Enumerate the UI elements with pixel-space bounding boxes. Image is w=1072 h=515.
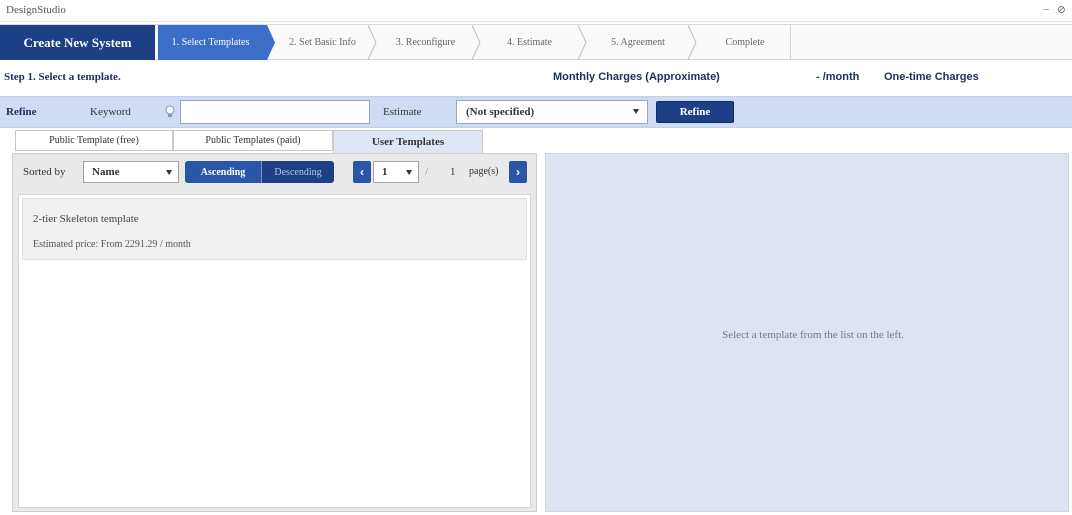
page-separator: /: [425, 166, 429, 178]
title-bar: DesignStudio – ⊘: [0, 0, 1072, 22]
step-select-templates[interactable]: 1. Select Templates: [158, 25, 263, 60]
pages-label: page(s): [469, 166, 499, 177]
keyword-label: Keyword: [90, 106, 131, 118]
refine-bar: Refine Keyword Estimate (Not specified) …: [0, 96, 1072, 128]
page-select[interactable]: 1: [373, 161, 419, 183]
tab-user-templates[interactable]: User Templates: [333, 130, 483, 153]
keyword-input[interactable]: [180, 100, 370, 124]
chevron-down-icon: [166, 170, 172, 175]
empty-detail-message: Select a template from the list on the l…: [722, 329, 904, 341]
restore-icon[interactable]: ⊘: [1057, 3, 1066, 16]
template-detail-panel: Select a template from the list on the l…: [545, 153, 1069, 512]
step-agreement[interactable]: 5. Agreement: [588, 25, 688, 60]
tab-public-paid[interactable]: Public Templates (paid): [173, 130, 333, 151]
step-chevron-icon: [687, 25, 697, 60]
tab-public-free[interactable]: Public Template (free): [15, 130, 173, 151]
step-complete[interactable]: Complete: [700, 25, 790, 60]
step-reconfigure[interactable]: 3. Reconfigure: [378, 25, 473, 60]
lightbulb-icon[interactable]: [164, 105, 176, 119]
step-chevron-icon: [577, 25, 587, 60]
step-chevron-icon: [471, 25, 481, 60]
chevron-left-icon: ‹: [360, 165, 364, 179]
template-list-panel: Sorted by Name Ascending Descending ‹ 1 …: [12, 153, 537, 512]
wizard-divider: [790, 25, 791, 60]
list-item[interactable]: 2-tier Skeleton template Estimated price…: [22, 198, 527, 260]
window-controls: – ⊘: [1043, 3, 1066, 16]
sort-order-toggle: Ascending Descending: [185, 161, 334, 183]
step-header: Step 1. Select a template. Monthly Charg…: [0, 62, 1072, 92]
chevron-down-icon: [633, 109, 639, 114]
chevron-right-icon: ›: [516, 165, 520, 179]
step-title: Step 1. Select a template.: [4, 71, 121, 83]
prev-page-button[interactable]: ‹: [353, 161, 371, 183]
one-time-charges-label: One-time Charges: [884, 71, 979, 83]
minimize-icon[interactable]: –: [1043, 3, 1049, 16]
monthly-charges-label: Monthly Charges (Approximate): [553, 71, 720, 83]
estimate-select[interactable]: (Not specified): [456, 100, 648, 124]
refine-button[interactable]: Refine: [656, 101, 734, 123]
template-name: 2-tier Skeleton template: [33, 213, 139, 225]
next-page-button[interactable]: ›: [509, 161, 527, 183]
wizard-bar: Create New System 1. Select Templates 2.…: [0, 24, 1072, 60]
chevron-down-icon: [406, 170, 412, 175]
sort-select-value: Name: [92, 166, 120, 178]
ascending-button[interactable]: Ascending: [185, 161, 261, 183]
template-list: 2-tier Skeleton template Estimated price…: [18, 194, 531, 508]
create-new-system-title: Create New System: [0, 25, 155, 60]
step-estimate[interactable]: 4. Estimate: [482, 25, 577, 60]
estimate-select-value: (Not specified): [466, 106, 535, 118]
sort-select[interactable]: Name: [83, 161, 179, 183]
monthly-charges-value: - /month: [816, 71, 860, 83]
page-total: 1: [450, 166, 456, 178]
step-chevron-icon: [367, 25, 377, 60]
estimate-label: Estimate: [383, 106, 422, 118]
app-title: DesignStudio: [6, 4, 66, 16]
sort-label: Sorted by: [23, 166, 66, 178]
descending-button[interactable]: Descending: [261, 161, 334, 183]
refine-label: Refine: [6, 106, 37, 118]
step-chevron-icon: [263, 25, 275, 60]
list-toolbar: Sorted by Name Ascending Descending ‹ 1 …: [13, 154, 536, 190]
step-set-basic-info[interactable]: 2. Set Basic Info: [275, 25, 370, 60]
page-select-value: 1: [382, 166, 388, 178]
template-price: Estimated price: From 2291.29 / month: [33, 239, 191, 250]
